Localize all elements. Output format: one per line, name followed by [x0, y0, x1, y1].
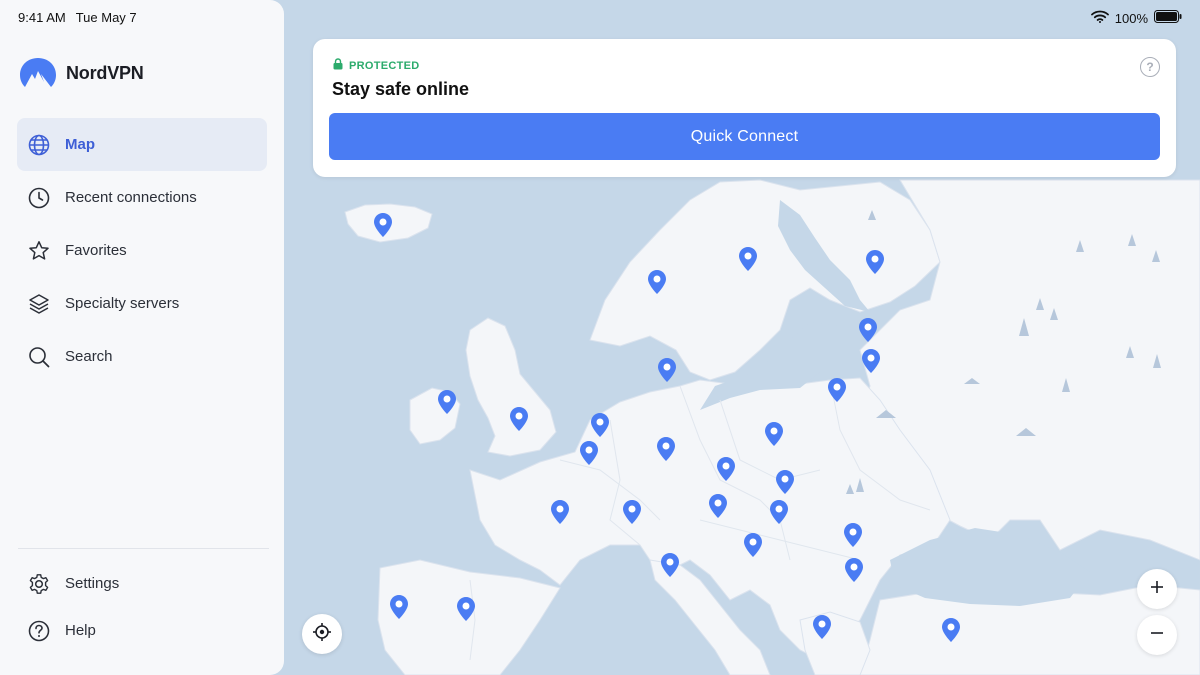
- map-pin-italy[interactable]: [661, 553, 679, 577]
- status-date: Tue May 7: [75, 10, 137, 25]
- map-pin-belgium[interactable]: [580, 441, 598, 465]
- map-pin-hungary[interactable]: [770, 500, 788, 524]
- map-pin-poland[interactable]: [765, 422, 783, 446]
- map-pin-netherlands[interactable]: [591, 413, 609, 437]
- map-pin-slovakia[interactable]: [776, 470, 794, 494]
- map-pin-ireland[interactable]: [438, 390, 456, 414]
- sidebar-divider: [18, 548, 269, 549]
- map-pin-estonia[interactable]: [859, 318, 877, 342]
- map-pin-france[interactable]: [551, 500, 569, 524]
- crosshair-icon: [312, 622, 332, 647]
- map-pin-denmark[interactable]: [658, 358, 676, 382]
- connection-card: PROTECTED Stay safe online ? Quick Conne…: [313, 39, 1176, 177]
- battery-icon: [1154, 10, 1182, 26]
- map-pin-czech-republic[interactable]: [717, 457, 735, 481]
- globe-icon: [27, 133, 51, 157]
- lock-icon: [333, 58, 343, 73]
- map-pin-norway[interactable]: [648, 270, 666, 294]
- map-pin-portugal[interactable]: [390, 595, 408, 619]
- map-pin-greece[interactable]: [813, 615, 831, 639]
- sidebar-item-help[interactable]: Help: [17, 607, 267, 654]
- sidebar-item-label: Search: [65, 348, 113, 365]
- minus-icon: [1149, 625, 1165, 646]
- map-pin-austria[interactable]: [709, 494, 727, 518]
- sidebar-bottom-nav: Settings Help: [17, 560, 267, 654]
- nordvpn-logo-icon: [20, 58, 56, 87]
- sidebar-item-label: Map: [65, 136, 95, 153]
- layers-icon: [27, 292, 51, 316]
- clock-icon: [27, 186, 51, 210]
- help-question-icon[interactable]: ?: [1140, 57, 1160, 77]
- map-pin-bulgaria[interactable]: [845, 558, 863, 582]
- map-pin-iceland[interactable]: [374, 213, 392, 237]
- plus-icon: [1149, 579, 1165, 600]
- protection-status: PROTECTED: [333, 58, 420, 73]
- status-time: 9:41 AM: [18, 10, 66, 25]
- battery-percent: 100%: [1114, 10, 1148, 26]
- sidebar-item-label: Specialty servers: [65, 295, 180, 312]
- sidebar-item-search[interactable]: Search: [17, 330, 267, 383]
- map-pin-united-kingdom[interactable]: [510, 407, 528, 431]
- sidebar-item-map[interactable]: Map: [17, 118, 267, 171]
- map-pin-lithuania[interactable]: [828, 378, 846, 402]
- quick-connect-button[interactable]: Quick Connect: [329, 113, 1160, 160]
- map-pin-spain[interactable]: [457, 597, 475, 621]
- zoom-in-button[interactable]: [1137, 569, 1177, 609]
- sidebar-item-favorites[interactable]: Favorites: [17, 224, 267, 277]
- sidebar-item-settings[interactable]: Settings: [17, 560, 267, 607]
- sidebar-item-label: Recent connections: [65, 189, 197, 206]
- sidebar-item-recent-connections[interactable]: Recent connections: [17, 171, 267, 224]
- map-pin-croatia[interactable]: [744, 533, 762, 557]
- sidebar-item-specialty-servers[interactable]: Specialty servers: [17, 277, 267, 330]
- sidebar-nav: Map Recent connections Favorites Special…: [17, 118, 267, 383]
- map-pin-romania[interactable]: [844, 523, 862, 547]
- locate-me-button[interactable]: [302, 614, 342, 654]
- sidebar-item-label: Help: [65, 622, 96, 639]
- sidebar-item-label: Favorites: [65, 242, 127, 259]
- map-pin-finland[interactable]: [866, 250, 884, 274]
- map-pin-latvia[interactable]: [862, 349, 880, 373]
- map-pin-germany[interactable]: [657, 437, 675, 461]
- app-brand: NordVPN: [20, 58, 144, 88]
- sidebar-item-label: Settings: [65, 575, 120, 592]
- map-pin-switzerland[interactable]: [623, 500, 641, 524]
- map-pin-sweden[interactable]: [739, 247, 757, 271]
- search-icon: [27, 345, 51, 369]
- help-icon: [27, 619, 51, 643]
- connection-card-title: Stay safe online: [332, 79, 470, 99]
- star-icon: [27, 239, 51, 263]
- wifi-icon: [1090, 10, 1109, 26]
- status-bar-left: 9:41 AM Tue May 7: [18, 10, 137, 25]
- protection-status-label: PROTECTED: [349, 59, 420, 72]
- map-pin-turkey[interactable]: [942, 618, 960, 642]
- app-name: NordVPN: [66, 62, 144, 83]
- status-bar-right: 100%: [1090, 10, 1182, 26]
- zoom-out-button[interactable]: [1137, 615, 1177, 655]
- gear-icon: [27, 572, 51, 596]
- sidebar: 9:41 AM Tue May 7 NordVPN Map Recent con…: [0, 0, 284, 675]
